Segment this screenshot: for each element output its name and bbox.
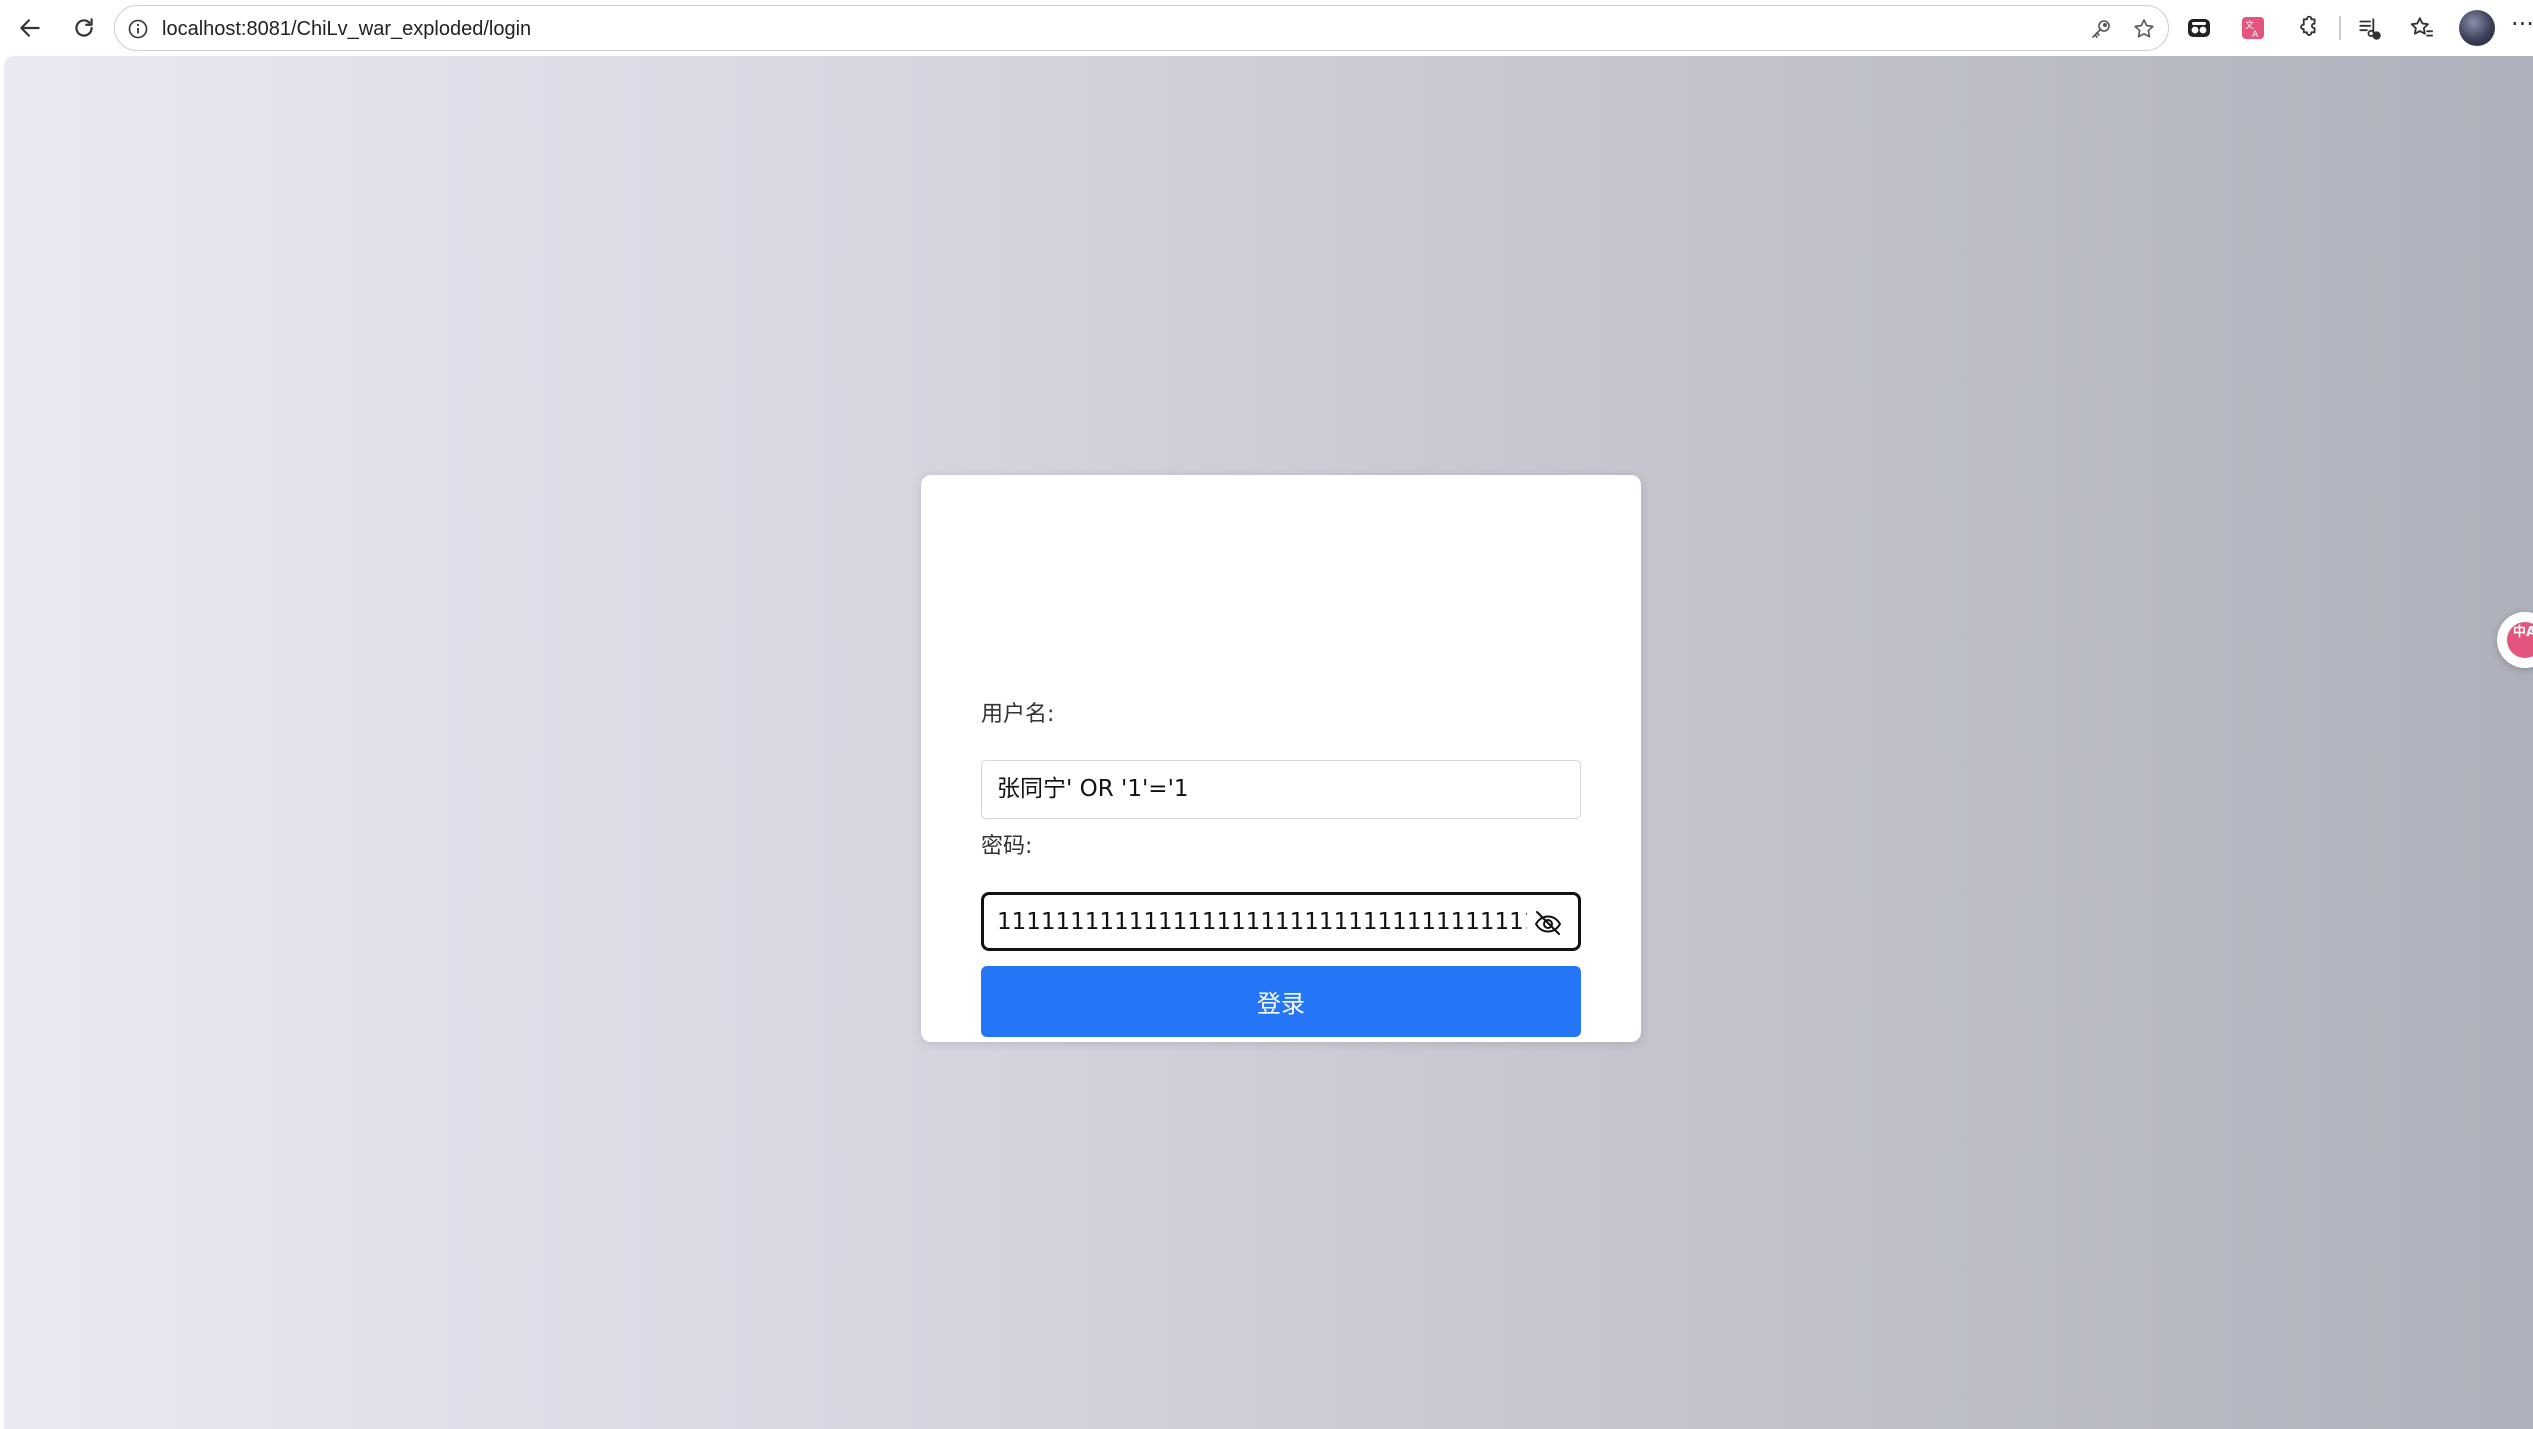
back-arrow-icon[interactable] [10, 8, 50, 48]
login-button[interactable]: 登录 [981, 966, 1581, 1037]
password-label: 密码: [981, 834, 1033, 859]
url-text[interactable]: localhost:8081/ChiLv_war_exploded/login [162, 16, 531, 42]
extension-icon[interactable] [2183, 12, 2215, 44]
reload-icon[interactable] [64, 8, 104, 48]
browser-toolbar: localhost:8081/ChiLv_war_exploded/login … [0, 0, 2533, 56]
floating-translate-widget[interactable]: 中A [2497, 612, 2533, 668]
site-info-icon[interactable] [128, 19, 148, 39]
svg-text:A: A [2252, 30, 2259, 40]
address-bar[interactable]: localhost:8081/ChiLv_war_exploded/login [114, 5, 2169, 51]
star-icon[interactable] [2130, 15, 2158, 43]
username-value: 张同宁' OR '1'='1 [997, 776, 1189, 802]
password-value: 1111111111111111111111111111111111111111… [997, 909, 1527, 935]
page-viewport: 用户名: 张同宁' OR '1'='1 密码: 1111111111111111… [4, 56, 2533, 1429]
login-card: 用户名: 张同宁' OR '1'='1 密码: 1111111111111111… [921, 475, 1641, 1042]
profile-avatar[interactable] [2459, 10, 2495, 46]
more-menu-icon[interactable]: ··· [2511, 12, 2533, 44]
media-icon[interactable] [2353, 12, 2385, 44]
username-label: 用户名: [981, 702, 1055, 727]
toolbar-divider [2339, 16, 2341, 40]
key-icon[interactable] [2087, 15, 2115, 43]
username-input[interactable]: 张同宁' OR '1'='1 [981, 760, 1581, 819]
puzzle-icon[interactable] [2291, 12, 2323, 44]
password-input[interactable]: 1111111111111111111111111111111111111111… [981, 892, 1581, 951]
favorites-icon[interactable] [2406, 12, 2438, 44]
translate-icon[interactable]: 文A [2237, 12, 2269, 44]
eye-off-icon[interactable] [1532, 907, 1564, 939]
floating-translate-label: 中A [2507, 622, 2533, 658]
